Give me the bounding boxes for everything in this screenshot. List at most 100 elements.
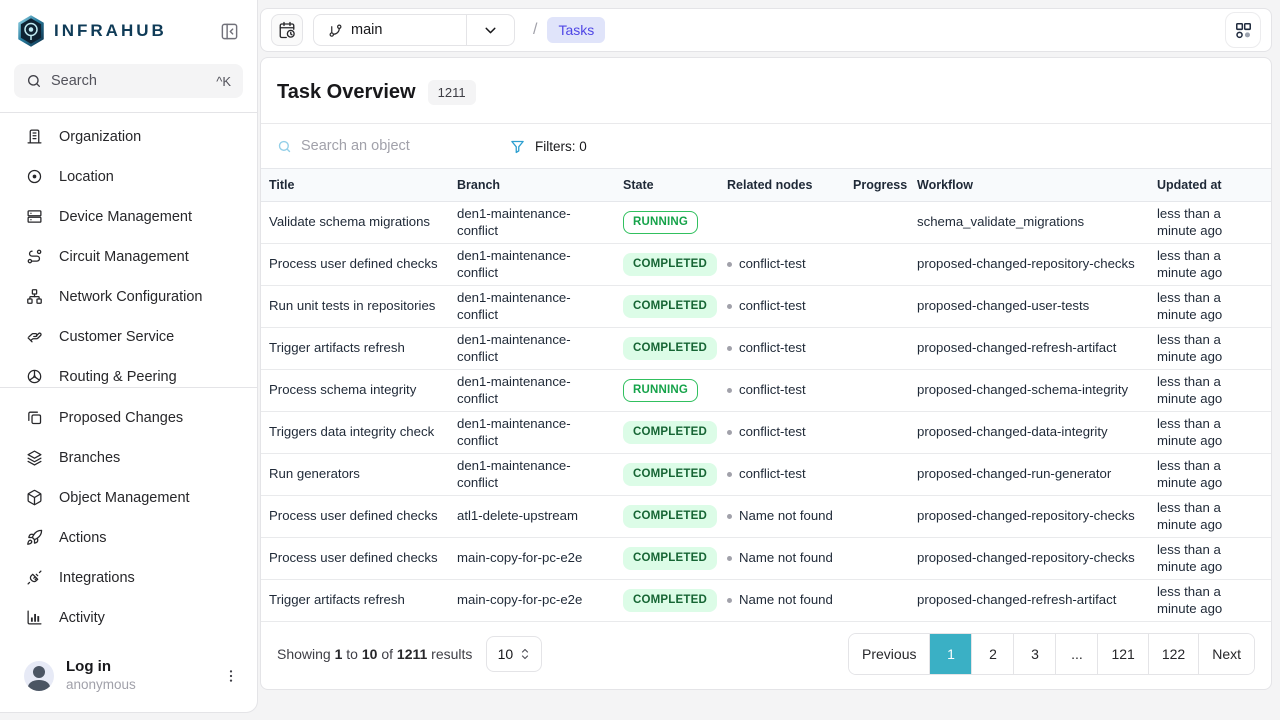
sidebar-item-circuit-management[interactable]: Circuit Management bbox=[0, 237, 257, 277]
column-header-workflow: Workflow bbox=[909, 169, 1149, 202]
sidebar-item-label: Device Management bbox=[59, 209, 192, 225]
cell-state: COMPLETED bbox=[615, 454, 719, 496]
bar-chart-icon bbox=[26, 609, 44, 627]
cell-title: Process user defined checks bbox=[261, 496, 449, 538]
sidebar-item-activity[interactable]: Activity bbox=[0, 598, 257, 638]
pagination-next[interactable]: Next bbox=[1198, 634, 1254, 674]
node-dot-icon bbox=[727, 472, 732, 477]
sidebar-item-actions[interactable]: Actions bbox=[0, 518, 257, 558]
table-row[interactable]: Trigger artifacts refreshden1-maintenanc… bbox=[261, 328, 1271, 370]
search-icon bbox=[277, 139, 292, 154]
box-icon bbox=[26, 489, 44, 507]
state-badge: COMPLETED bbox=[623, 421, 717, 443]
pagination-previous[interactable]: Previous bbox=[849, 634, 929, 674]
tasks-table: TitleBranchStateRelated nodesProgressWor… bbox=[261, 168, 1271, 622]
table-row[interactable]: Process user defined checksden1-maintena… bbox=[261, 244, 1271, 286]
sidebar-item-network-configuration[interactable]: Network Configuration bbox=[0, 277, 257, 317]
brand[interactable]: INFRAHUB bbox=[16, 14, 217, 48]
schema-visualizer-button[interactable] bbox=[1225, 12, 1261, 48]
branch-dropdown-toggle[interactable] bbox=[466, 15, 514, 45]
username-label: anonymous bbox=[66, 677, 209, 694]
cell-state: COMPLETED bbox=[615, 496, 719, 538]
task-overview-card: Task Overview 1211 Search an object bbox=[260, 57, 1272, 690]
cell-state: COMPLETED bbox=[615, 538, 719, 580]
table-row[interactable]: Validate schema migrationsden1-maintenan… bbox=[261, 202, 1271, 244]
state-badge: COMPLETED bbox=[623, 295, 717, 317]
node-dot-icon bbox=[727, 262, 732, 267]
cell-branch: den1-maintenance-conflict bbox=[449, 202, 615, 244]
node-dot-icon bbox=[727, 514, 732, 519]
plug-icon bbox=[26, 569, 44, 587]
task-count-badge: 1211 bbox=[428, 80, 476, 105]
sidebar-item-label: Network Configuration bbox=[59, 289, 202, 305]
breadcrumb-tasks[interactable]: Tasks bbox=[547, 17, 605, 43]
pagination-2[interactable]: 2 bbox=[971, 634, 1013, 674]
page-title: Task Overview bbox=[277, 81, 416, 104]
cell-title: Trigger artifacts refresh bbox=[261, 580, 449, 622]
time-travel-button[interactable] bbox=[271, 14, 303, 46]
pagination-bar: Showing 1 to 10 of 1211 results 10 Previ… bbox=[261, 623, 1271, 689]
breadcrumb-separator: / bbox=[533, 21, 537, 39]
state-badge: COMPLETED bbox=[623, 463, 717, 485]
column-header-updated-at: Updated at bbox=[1149, 169, 1271, 202]
table-header-row: TitleBranchStateRelated nodesProgressWor… bbox=[261, 169, 1271, 202]
sidebar-item-label: Integrations bbox=[59, 570, 135, 586]
cell-state: COMPLETED bbox=[615, 580, 719, 622]
sidebar-item-location[interactable]: Location bbox=[0, 157, 257, 197]
cell-title: Trigger artifacts refresh bbox=[261, 328, 449, 370]
layers-icon bbox=[26, 449, 44, 467]
pagination-122[interactable]: 122 bbox=[1148, 634, 1198, 674]
sidebar-item-organization[interactable]: Organization bbox=[0, 117, 257, 157]
sidebar-item-proposed-changes[interactable]: Proposed Changes bbox=[0, 398, 257, 438]
page-size-select[interactable]: 10 bbox=[486, 636, 542, 672]
pagination-1[interactable]: 1 bbox=[929, 634, 971, 674]
table-row[interactable]: Run unit tests in repositoriesden1-maint… bbox=[261, 286, 1271, 328]
sidebar-item-label: Circuit Management bbox=[59, 249, 189, 265]
table-row[interactable]: Process user defined checksatl1-delete-u… bbox=[261, 496, 1271, 538]
table-row[interactable]: Process schema integrityden1-maintenance… bbox=[261, 370, 1271, 412]
search-icon bbox=[26, 73, 42, 89]
sidebar-nav-secondary: Proposed ChangesBranchesObject Managemen… bbox=[0, 388, 257, 638]
kebab-menu-icon[interactable] bbox=[221, 666, 241, 686]
state-badge: RUNNING bbox=[623, 379, 698, 401]
sidebar-item-object-management[interactable]: Object Management bbox=[0, 478, 257, 518]
pagination-121[interactable]: 121 bbox=[1097, 634, 1147, 674]
table-row[interactable]: Process user defined checksmain-copy-for… bbox=[261, 538, 1271, 580]
sidebar-item-integrations[interactable]: Integrations bbox=[0, 558, 257, 598]
column-header-state: State bbox=[615, 169, 719, 202]
sidebar-item-label: Activity bbox=[59, 610, 105, 626]
pagination-[interactable]: ... bbox=[1055, 634, 1097, 674]
sidebar-item-routing-and-peering[interactable]: Routing & Peering bbox=[0, 357, 257, 387]
cell-related-nodes: conflict-test bbox=[719, 286, 845, 328]
cell-branch: den1-maintenance-conflict bbox=[449, 454, 615, 496]
cell-updated-at: less than a minute ago bbox=[1149, 580, 1271, 622]
user-menu[interactable]: Log in anonymous bbox=[0, 646, 257, 712]
pagination-3[interactable]: 3 bbox=[1013, 634, 1055, 674]
page-size-value: 10 bbox=[498, 646, 514, 662]
cell-updated-at: less than a minute ago bbox=[1149, 412, 1271, 454]
search-input[interactable]: Search ^K bbox=[14, 64, 243, 98]
cell-title: Triggers data integrity check bbox=[261, 412, 449, 454]
cell-updated-at: less than a minute ago bbox=[1149, 454, 1271, 496]
cell-progress bbox=[845, 538, 909, 580]
git-branch-icon bbox=[328, 23, 343, 38]
cell-updated-at: less than a minute ago bbox=[1149, 286, 1271, 328]
table-row[interactable]: Triggers data integrity checkden1-mainte… bbox=[261, 412, 1271, 454]
cell-related-nodes: conflict-test bbox=[719, 454, 845, 496]
node-dot-icon bbox=[727, 556, 732, 561]
location-icon bbox=[26, 168, 44, 186]
table-row[interactable]: Run generatorsden1-maintenance-conflictC… bbox=[261, 454, 1271, 496]
cell-title: Process schema integrity bbox=[261, 370, 449, 412]
sidebar-item-label: Routing & Peering bbox=[59, 369, 177, 385]
object-search-input[interactable]: Search an object bbox=[277, 138, 492, 154]
sidebar-item-device-management[interactable]: Device Management bbox=[0, 197, 257, 237]
branch-selector[interactable]: main bbox=[313, 14, 515, 46]
filters-button[interactable]: Filters: 0 bbox=[510, 139, 587, 154]
server-icon bbox=[26, 208, 44, 226]
collapse-sidebar-icon[interactable] bbox=[217, 19, 241, 43]
table-row[interactable]: Trigger artifacts refreshmain-copy-for-p… bbox=[261, 580, 1271, 622]
cell-progress bbox=[845, 202, 909, 244]
sidebar-item-branches[interactable]: Branches bbox=[0, 438, 257, 478]
sidebar-item-customer-service[interactable]: Customer Service bbox=[0, 317, 257, 357]
cell-branch: den1-maintenance-conflict bbox=[449, 244, 615, 286]
